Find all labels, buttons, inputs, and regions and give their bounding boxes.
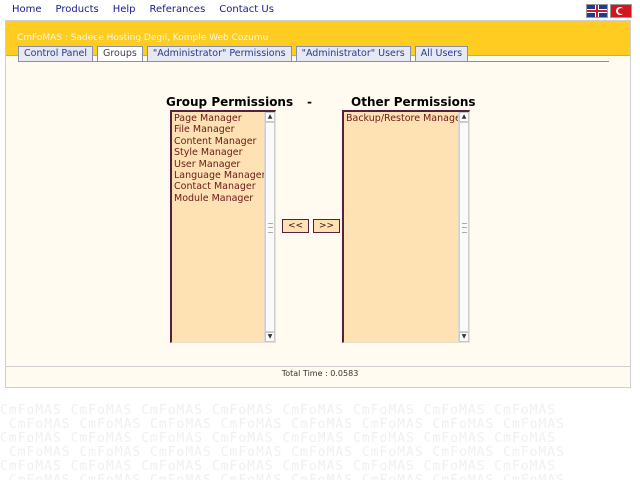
top-navigation: Home Products Help Referances Contact Us [12, 3, 274, 19]
list-item[interactable]: Content Manager [174, 136, 266, 147]
nav-home-link[interactable]: Home [12, 3, 42, 19]
scroll-thumb[interactable] [459, 122, 469, 332]
scroll-down-icon[interactable]: ▼ [459, 332, 469, 342]
scroll-down-icon[interactable]: ▼ [265, 332, 275, 342]
tab-groups[interactable]: Groups [97, 46, 143, 61]
other-permissions-list[interactable]: Backup/Restore Manager ▲ ▼ [342, 110, 470, 343]
uk-flag-icon[interactable] [586, 4, 608, 18]
banner-text: CmFoMAS : Sadece Hosting Degil, Komple W… [17, 33, 269, 43]
tab-administrator-users[interactable]: "Administrator" Users [295, 46, 411, 61]
scroll-thumb[interactable] [265, 122, 275, 332]
group-list-scrollbar[interactable]: ▲ ▼ [264, 112, 275, 342]
nav-products-link[interactable]: Products [56, 3, 99, 19]
group-permissions-title: Group Permissions [166, 95, 294, 109]
turkish-flag-icon[interactable] [610, 4, 632, 18]
tab-all-users[interactable]: All Users [414, 46, 469, 61]
total-time-text: Total Time : 0.0583 [281, 369, 359, 378]
footer-divider [5, 366, 631, 367]
list-item[interactable]: Module Manager [174, 193, 266, 204]
tab-control-panel[interactable]: Control Panel [18, 46, 93, 61]
tab-baseline [18, 61, 609, 62]
tab-bar: Control Panel Groups "Administrator" Per… [18, 46, 469, 61]
move-right-button[interactable]: >> [313, 219, 340, 233]
list-item[interactable]: Style Manager [174, 147, 266, 158]
scroll-up-icon[interactable]: ▲ [265, 112, 275, 122]
move-left-button[interactable]: << [282, 219, 309, 233]
background-pattern: CmFoMAS CmFoMAS CmFoMAS CmFoMAS CmFoMAS … [0, 403, 565, 480]
nav-help-link[interactable]: Help [113, 3, 136, 19]
other-list-scrollbar[interactable]: ▲ ▼ [458, 112, 469, 342]
list-item[interactable]: Page Manager [174, 113, 266, 124]
group-permissions-list[interactable]: Page Manager File Manager Content Manage… [170, 110, 276, 343]
list-item[interactable]: Language Manager [174, 170, 266, 181]
list-item[interactable]: User Manager [174, 159, 266, 170]
scroll-up-icon[interactable]: ▲ [459, 112, 469, 122]
list-item[interactable]: File Manager [174, 124, 266, 135]
main-panel: CmFoMAS : Sadece Hosting Degil, Komple W… [5, 20, 631, 388]
list-item[interactable]: Backup/Restore Manager [346, 113, 465, 124]
tab-administrator-permissions[interactable]: "Administrator" Permissions [146, 46, 292, 61]
permissions-separator: - [307, 95, 312, 109]
nav-referances-link[interactable]: Referances [150, 3, 206, 19]
other-permissions-title: Other Permissions [351, 95, 476, 109]
nav-contact-us-link[interactable]: Contact Us [219, 3, 274, 19]
list-item[interactable]: Contact Manager [174, 181, 266, 192]
